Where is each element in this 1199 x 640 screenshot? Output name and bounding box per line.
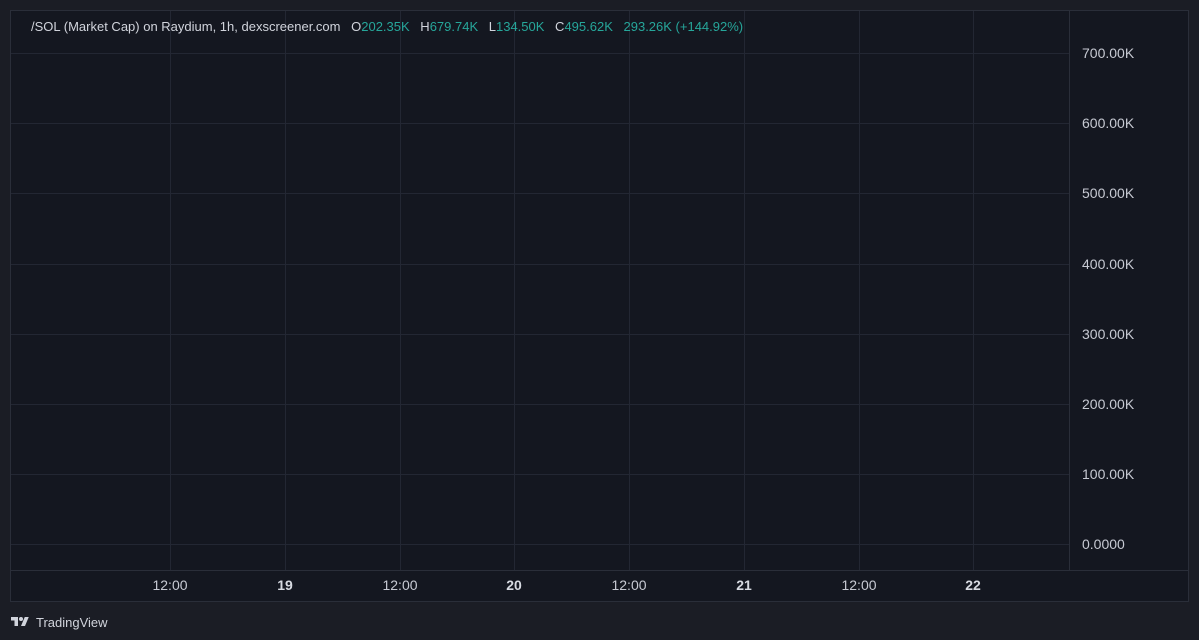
time-tick-label: 12:00 [382, 577, 418, 593]
price-tick-label: 500.00K [1082, 185, 1135, 201]
symbol-title: /SOL (Market Cap) on Raydium, 1h, dexscr… [31, 19, 341, 34]
price-tick-label: 700.00K [1082, 45, 1135, 61]
time-tick-label: 12:00 [152, 577, 188, 593]
open-value: 202.35K [361, 19, 410, 34]
chart-frame[interactable]: /SOL (Market Cap) on Raydium, 1h, dexscr… [10, 10, 1189, 602]
time-axis[interactable]: 12:001912:002012:002112:002210: [11, 571, 1069, 601]
change-value: 293.26K (+144.92%) [623, 19, 744, 34]
price-axis[interactable]: 700.00K 600.00K 500.00K 400.00K 300.00K 200.0… [1070, 11, 1188, 570]
price-tick-label: 200.00K [1082, 396, 1135, 412]
price-tick-label: 400.00K [1082, 256, 1135, 272]
vertical-gridline [859, 11, 860, 570]
vertical-gridline [285, 11, 286, 570]
price-tick-label: 300.00K [1082, 326, 1135, 342]
chart-legend: /SOL (Market Cap) on Raydium, 1h, dexscr… [31, 19, 743, 34]
vertical-gridline [514, 11, 515, 570]
time-tick-label: 12:00 [841, 577, 877, 593]
high-value: 679.74K [429, 19, 479, 34]
vertical-gridline [973, 11, 974, 570]
tradingview-attribution[interactable]: TradingView [10, 612, 108, 632]
high-label: H [420, 19, 430, 34]
chart-pane[interactable] [11, 11, 1069, 570]
time-tick-label: 12:00 [611, 577, 647, 593]
open-label: O [351, 19, 362, 34]
low-label: L [488, 19, 496, 34]
tradingview-brand: TradingView [36, 614, 108, 630]
time-tick-label: 21 [736, 577, 752, 593]
price-tick-label: 100.00K [1082, 466, 1135, 482]
vertical-gridline [400, 11, 401, 570]
time-tick-label: 19 [277, 577, 293, 593]
vertical-gridline [170, 11, 171, 570]
vertical-gridline [629, 11, 630, 570]
price-tick-label: 600.00K [1082, 115, 1135, 131]
close-value: 495.62K [564, 19, 613, 34]
low-value: 134.50K [495, 19, 545, 34]
time-tick-label: 20 [506, 577, 522, 593]
price-tick-label: 0.0000 [1082, 536, 1125, 552]
time-tick-label: 22 [965, 577, 981, 593]
vertical-gridline [744, 11, 745, 570]
tradingview-logo-icon [11, 617, 29, 626]
